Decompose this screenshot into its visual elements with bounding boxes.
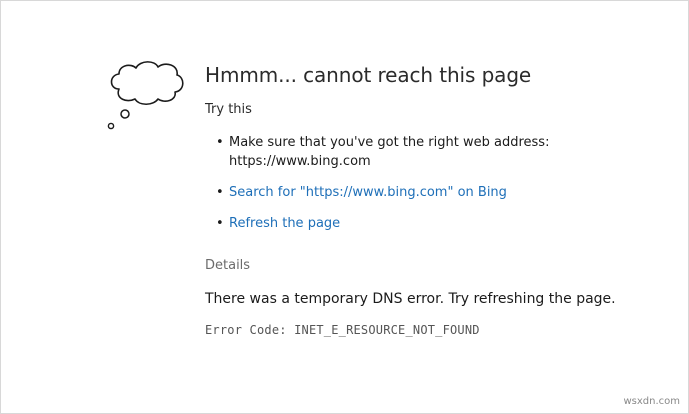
error-code: Error Code: INET_E_RESOURCE_NOT_FOUND (205, 323, 480, 337)
details-text: There was a temporary DNS error. Try ref… (205, 291, 616, 307)
bullet: • (216, 185, 224, 200)
refresh-page-link[interactable]: Refresh the page (229, 216, 340, 231)
list-item: • Refresh the page (205, 214, 665, 233)
search-on-bing-link[interactable]: Search for "https://www.bing.com" on Bin… (229, 185, 507, 200)
details-heading: Details (205, 258, 251, 273)
try-this-heading: Try this (205, 102, 252, 117)
watermark: wsxdn.com (623, 396, 680, 407)
list-item: • Search for "https://www.bing.com" on B… (205, 183, 665, 202)
page-title: Hmmm... cannot reach this page (205, 63, 532, 87)
suggestion-check-address: Make sure that you've got the right web … (229, 135, 550, 169)
list-item: • Make sure that you've got the right we… (205, 133, 665, 171)
suggestions-list: • Make sure that you've got the right we… (205, 133, 665, 233)
error-content: Hmmm... cannot reach this page Try this … (205, 61, 665, 339)
bullet: • (216, 135, 224, 150)
browser-error-page: Hmmm... cannot reach this page Try this … (0, 0, 689, 414)
thought-cloud-icon (107, 61, 184, 130)
bullet: • (216, 216, 224, 231)
